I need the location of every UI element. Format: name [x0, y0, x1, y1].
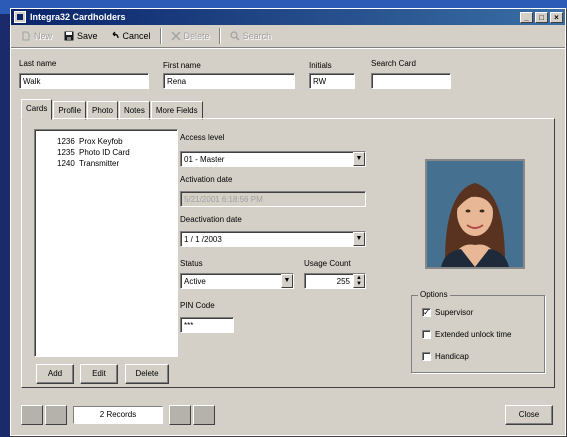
options-legend: Options — [418, 290, 450, 299]
first-record-button[interactable] — [21, 405, 43, 425]
access-level-label: Access level — [180, 133, 225, 142]
app-icon[interactable] — [14, 11, 26, 23]
cancel-button[interactable]: Cancel — [104, 27, 157, 45]
search-card-field[interactable] — [371, 73, 451, 89]
access-level-select[interactable]: 01 - Master ▼ — [180, 151, 366, 167]
handicap-label: Handicap — [435, 352, 469, 361]
prev-record-button[interactable] — [45, 405, 67, 425]
activation-date-label: Activation date — [180, 175, 233, 184]
supervisor-checkbox[interactable]: ✓ Supervisor — [422, 308, 473, 317]
undo-arrow-icon — [112, 31, 119, 39]
add-card-button[interactable]: Add — [36, 364, 74, 384]
spin-arrows-icon[interactable]: ▲ ▼ — [353, 274, 365, 288]
window-title: Integra32 Cardholders — [30, 12, 126, 22]
list-item[interactable]: 1236 Prox Keyfob — [35, 136, 177, 147]
toolbar-separator — [218, 28, 221, 44]
handicap-checkbox[interactable]: Handicap — [422, 352, 469, 361]
chevron-down-icon[interactable]: ▼ — [353, 232, 365, 246]
floppy-disk-icon — [64, 31, 74, 41]
cancel-button-label: Cancel — [122, 31, 151, 41]
portrait-image — [427, 161, 523, 267]
delete-card-button[interactable]: Delete — [125, 364, 169, 384]
card-list[interactable]: 1236 Prox Keyfob 1235 Photo ID Card 1240… — [34, 129, 178, 357]
close-button[interactable]: Close — [505, 405, 553, 425]
card-number: 1235 — [57, 148, 75, 157]
card-type: Prox Keyfob — [79, 137, 123, 146]
first-name-field[interactable]: Rena — [163, 73, 295, 89]
search-button[interactable]: Search — [224, 27, 278, 45]
x-delete-icon — [171, 31, 181, 41]
access-level-value: 01 - Master — [184, 155, 225, 164]
chevron-down-icon[interactable]: ▼ — [353, 152, 365, 166]
pin-code-field[interactable]: *** — [180, 317, 234, 333]
delete-toolbar-button[interactable]: Delete — [165, 27, 216, 45]
checkbox-box — [422, 352, 431, 361]
usage-count-stepper[interactable]: 255 ▲ ▼ — [304, 273, 366, 289]
list-item[interactable]: 1235 Photo ID Card — [35, 147, 177, 158]
cardholder-photo — [425, 159, 525, 269]
edit-card-button[interactable]: Edit — [80, 364, 118, 384]
chevron-down-icon[interactable]: ▼ — [281, 274, 293, 288]
record-navigator: 2 Records Close — [21, 405, 555, 427]
pin-code-label: PIN Code — [180, 301, 215, 310]
next-record-button[interactable] — [169, 405, 191, 425]
last-name-field[interactable]: Walk — [19, 73, 149, 89]
status-select[interactable]: Active ▼ — [180, 273, 294, 289]
last-record-button[interactable] — [193, 405, 215, 425]
delete-toolbar-label: Delete — [183, 31, 210, 41]
card-number: 1236 — [57, 137, 75, 146]
checkmark-icon: ✓ — [422, 308, 431, 317]
search-button-label: Search — [242, 31, 272, 41]
status-value: Active — [184, 277, 206, 286]
title-bar: Integra32 Cardholders _ □ × — [11, 9, 565, 25]
list-item[interactable]: 1240 Transmitter — [35, 158, 177, 169]
tab-cards[interactable]: Cards — [21, 99, 53, 120]
search-icon — [229, 31, 240, 41]
first-name-label: First name — [163, 61, 201, 70]
extended-unlock-label: Extended unlock time — [435, 330, 512, 339]
card-type: Transmitter — [79, 159, 120, 168]
deactivation-date-label: Deactivation date — [180, 215, 242, 224]
supervisor-label: Supervisor — [435, 308, 474, 317]
new-button-label: New — [34, 31, 53, 41]
status-label: Status — [180, 259, 203, 268]
save-button-label: Save — [77, 31, 98, 41]
minimize-button[interactable]: _ — [520, 11, 533, 23]
options-group: Options ✓ Supervisor Extended unlock tim… — [411, 290, 545, 373]
initials-label: Initials — [309, 61, 332, 70]
extended-unlock-checkbox[interactable]: Extended unlock time — [422, 330, 512, 339]
new-button[interactable]: New — [15, 27, 58, 45]
deactivation-date-value: 1 / 1 /2003 — [184, 235, 222, 244]
last-name-label: Last name — [19, 59, 57, 68]
card-number: 1240 — [57, 159, 75, 168]
search-card-label: Search Card — [371, 59, 416, 68]
deactivation-date-picker[interactable]: 1 / 1 /2003 ▼ — [180, 231, 366, 247]
card-type: Photo ID Card — [79, 148, 130, 157]
usage-count-label: Usage Count — [304, 259, 351, 268]
save-button[interactable]: Save — [58, 27, 104, 45]
usage-count-value: 255 — [336, 277, 350, 286]
cardholders-window: Integra32 Cardholders _ □ × New Save Can… — [10, 8, 566, 436]
close-window-button[interactable]: × — [550, 11, 563, 23]
activation-date-field: 5/21/2001 6:18:56 PM — [180, 191, 366, 207]
toolbar: New Save Cancel Delete Search — [11, 25, 565, 48]
record-count: 2 Records — [73, 406, 163, 424]
maximize-button[interactable]: □ — [535, 11, 548, 23]
checkbox-box — [422, 330, 431, 339]
toolbar-separator — [159, 28, 162, 44]
initials-field[interactable]: RW — [309, 73, 355, 89]
new-document-icon — [22, 31, 30, 41]
